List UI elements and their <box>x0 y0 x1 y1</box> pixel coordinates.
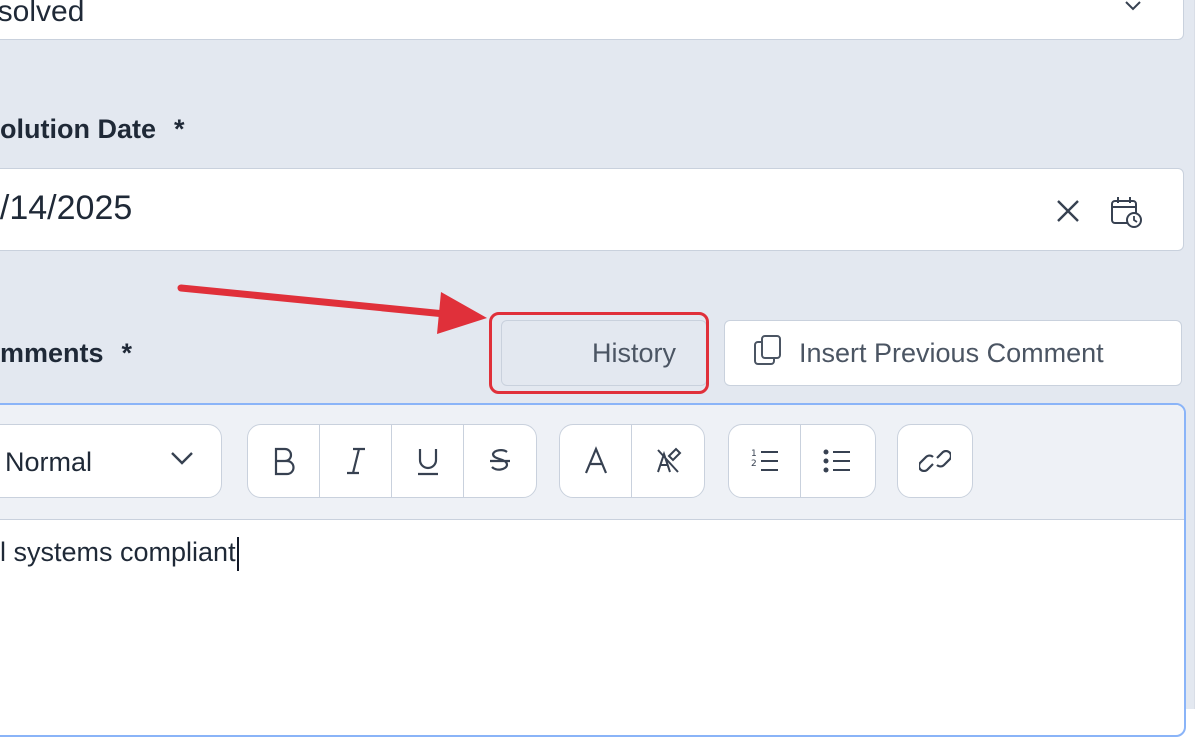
calendar-clock-icon[interactable] <box>1109 195 1143 234</box>
text-color-icon[interactable] <box>560 425 632 497</box>
text-format-value: Normal <box>5 447 93 477</box>
status-value: esolved <box>0 0 85 28</box>
list-group: 12 <box>728 424 876 498</box>
text-style-group <box>247 424 537 498</box>
ordered-list-icon[interactable]: 12 <box>729 425 801 497</box>
editor-content[interactable]: l systems compliant <box>0 537 239 571</box>
form-panel: esolved olution Date * 0/14/2025 mments * <box>0 0 1195 737</box>
resolution-date-label-text: olution Date <box>0 114 156 144</box>
chevron-down-icon <box>169 450 195 471</box>
copy-icon <box>753 334 783 373</box>
required-marker: * <box>174 114 185 144</box>
link-group <box>897 424 973 498</box>
editor-text: l systems compliant <box>0 537 236 568</box>
insert-previous-comment-button[interactable]: Insert Previous Comment <box>724 320 1182 386</box>
history-button[interactable]: History <box>501 320 707 386</box>
required-marker: * <box>121 338 133 368</box>
history-button-label: History <box>591 337 676 368</box>
resolution-date-input[interactable]: 0/14/2025 <box>0 168 1184 251</box>
text-format-select[interactable]: Normal <box>0 424 222 498</box>
strikethrough-icon[interactable] <box>464 425 536 497</box>
comments-label: mments * <box>0 338 132 369</box>
color-group <box>559 424 705 498</box>
annotation-arrow <box>177 284 487 334</box>
close-icon[interactable] <box>1055 198 1081 229</box>
comment-editor[interactable]: Normal 1 2 l systems compliant <box>0 403 1186 737</box>
underline-icon[interactable] <box>392 425 464 497</box>
resolution-date-label: olution Date * <box>0 114 185 145</box>
status-select[interactable]: esolved <box>0 0 1184 40</box>
text-cursor <box>236 537 239 571</box>
editor-toolbar: Normal 1 2 <box>0 405 1184 520</box>
highlight-icon[interactable] <box>632 425 704 497</box>
italic-icon[interactable] <box>320 425 392 497</box>
chevron-down-icon <box>1123 0 1143 18</box>
svg-text:2: 2 <box>751 459 757 469</box>
link-icon[interactable] <box>898 425 972 497</box>
bullet-list-icon[interactable] <box>801 425 873 497</box>
insert-button-label: Insert Previous Comment <box>799 337 1104 368</box>
bold-icon[interactable] <box>248 425 320 497</box>
svg-text:1: 1 <box>751 449 757 459</box>
comments-label-text: mments <box>0 338 104 368</box>
resolution-date-value: 0/14/2025 <box>0 189 133 227</box>
